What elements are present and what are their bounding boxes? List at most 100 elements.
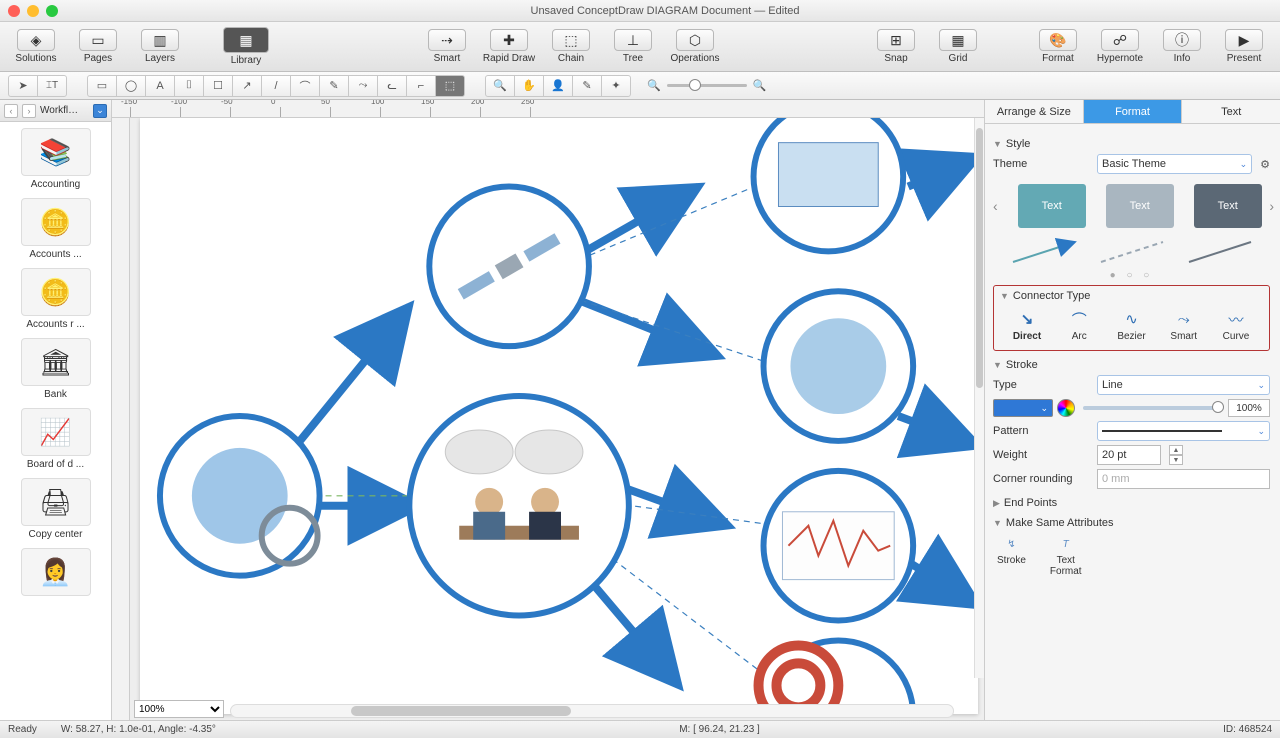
tree-icon: ⊥ <box>614 29 652 51</box>
tab-format[interactable]: Format <box>1084 100 1183 123</box>
section-endpoints[interactable]: ▶End Points <box>993 497 1270 509</box>
stroke-type-select[interactable]: Line⌄ <box>1097 375 1270 395</box>
shape-tool[interactable]: ◯ <box>116 75 146 97</box>
grid-button[interactable]: ▦Grid <box>930 29 986 64</box>
pages-button[interactable]: ▭Pages <box>70 29 126 64</box>
style-swatch-3[interactable]: Text <box>1194 184 1262 228</box>
style-swatch-1[interactable]: Text <box>1018 184 1086 228</box>
shape-tool[interactable]: ᓚ <box>377 75 407 97</box>
line-style-previews[interactable] <box>1009 238 1270 266</box>
library-item[interactable]: 👩‍💼 <box>2 548 109 599</box>
section-same-attrs[interactable]: ▼Make Same Attributes <box>993 517 1270 529</box>
connector-bezier[interactable]: ∿Bezier <box>1111 310 1153 342</box>
connector-curve[interactable]: 〰Curve <box>1215 310 1257 342</box>
tab-text[interactable]: Text <box>1182 100 1280 123</box>
section-stroke[interactable]: ▼Stroke <box>993 359 1270 371</box>
view-tool[interactable]: 👤 <box>543 75 573 97</box>
scrollbar-vertical[interactable] <box>974 118 984 678</box>
connector-direct[interactable]: ↘Direct <box>1006 310 1048 342</box>
shape-tool[interactable]: ☐ <box>203 75 233 97</box>
view-tool[interactable]: ✎ <box>572 75 602 97</box>
info-button[interactable]: ⓘInfo <box>1154 29 1210 64</box>
view-tool[interactable]: 🔍 <box>485 75 515 97</box>
shape-toolbar: ➤ ⌶T ▭◯A⌷☐↗/⌒✎⤳ᓚ⌐⬚ 🔍✋👤✎✦ 🔍 🔍 <box>0 72 1280 100</box>
weight-input[interactable]: 20 pt <box>1097 445 1161 465</box>
section-style[interactable]: ▼Style <box>993 138 1270 150</box>
hypernote-button[interactable]: ☍Hypernote <box>1092 29 1148 64</box>
ruler-vertical <box>112 118 130 720</box>
library-item[interactable]: 🪙Accounts r ... <box>2 268 109 330</box>
shape-tool[interactable]: ↗ <box>232 75 262 97</box>
library-item[interactable]: 🪙Accounts ... <box>2 198 109 260</box>
main-toolbar: ◈Solutions ▭Pages ▥Layers ▦Library ⇢Smar… <box>0 22 1280 72</box>
minimize-icon[interactable] <box>27 5 39 17</box>
style-next-icon[interactable]: › <box>1269 198 1274 214</box>
pattern-select[interactable]: ⌄ <box>1097 421 1270 441</box>
zoom-icon[interactable] <box>46 5 58 17</box>
grid-icon: ▦ <box>939 29 977 51</box>
library-item[interactable]: 🏛Bank <box>2 338 109 400</box>
tab-arrange[interactable]: Arrange & Size <box>985 100 1084 123</box>
shape-tool[interactable]: / <box>261 75 291 97</box>
window-title: Unsaved ConceptDraw DIAGRAM Document — E… <box>58 5 1272 17</box>
shape-tool[interactable]: ⌷ <box>174 75 204 97</box>
rapid-draw-button[interactable]: ✚Rapid Draw <box>481 29 537 64</box>
gear-icon[interactable]: ⚙ <box>1260 158 1270 171</box>
library-thumb-icon: 🖨 <box>21 478 91 526</box>
shape-tool[interactable]: ⌒ <box>290 75 320 97</box>
chain-button[interactable]: ⬚Chain <box>543 29 599 64</box>
operations-button[interactable]: ⬡Operations <box>667 29 723 64</box>
zoom-select[interactable]: 100% <box>134 700 224 718</box>
connector-type-box: ▼Connector Type ↘Direct ⌒Arc ∿Bezier ⤳Smart… <box>993 285 1270 351</box>
lib-next-button[interactable]: › <box>22 104 36 118</box>
page-dots[interactable]: ● ○ ○ <box>993 270 1270 281</box>
snap-icon: ⊞ <box>877 29 915 51</box>
shape-tool[interactable]: ▭ <box>87 75 117 97</box>
color-wheel-icon[interactable] <box>1057 399 1075 417</box>
smart-button[interactable]: ⇢Smart <box>419 29 475 64</box>
shape-tool[interactable]: ⌐ <box>406 75 436 97</box>
same-stroke-button[interactable]: ↯Stroke <box>997 535 1026 577</box>
connector-smart[interactable]: ⤳Smart <box>1163 310 1205 342</box>
section-connector[interactable]: ▼Connector Type <box>1000 290 1263 302</box>
same-text-format-button[interactable]: TText Format <box>1050 535 1082 577</box>
format-icon: 🎨 <box>1039 29 1077 51</box>
shape-tool[interactable]: ✎ <box>319 75 349 97</box>
zoom-out-icon[interactable]: 🔍 <box>647 79 661 92</box>
shape-tool[interactable]: ⤳ <box>348 75 378 97</box>
snap-button[interactable]: ⊞Snap <box>868 29 924 64</box>
present-button[interactable]: ▶Present <box>1216 29 1272 64</box>
solutions-button[interactable]: ◈Solutions <box>8 29 64 64</box>
zoom-in-icon[interactable]: 🔍 <box>753 79 767 92</box>
shape-tool[interactable]: ⬚ <box>435 75 465 97</box>
scrollbar-horizontal[interactable] <box>230 704 954 718</box>
stroke-color-chip[interactable]: ⌄ <box>993 399 1053 417</box>
library-panel: ‹ › Workfl… ⌄ 📚Accounting🪙Accounts ...🪙A… <box>0 100 112 720</box>
view-tool[interactable]: ✋ <box>514 75 544 97</box>
close-icon[interactable] <box>8 5 20 17</box>
lib-prev-button[interactable]: ‹ <box>4 104 18 118</box>
library-item[interactable]: 📚Accounting <box>2 128 109 190</box>
library-item[interactable]: 🖨Copy center <box>2 478 109 540</box>
lib-dropdown-icon[interactable]: ⌄ <box>93 104 107 118</box>
connector-arc[interactable]: ⌒Arc <box>1058 310 1100 342</box>
chain-icon: ⬚ <box>552 29 590 51</box>
layers-button[interactable]: ▥Layers <box>132 29 188 64</box>
style-prev-icon[interactable]: ‹ <box>993 198 998 214</box>
library-button[interactable]: ▦Library <box>218 27 274 66</box>
format-button[interactable]: 🎨Format <box>1030 29 1086 64</box>
corner-input[interactable]: 0 mm <box>1097 469 1270 489</box>
theme-select[interactable]: Basic Theme⌄ <box>1097 154 1252 174</box>
text-select-tool[interactable]: ⌶T <box>37 75 67 97</box>
library-thumb-icon: 👩‍💼 <box>21 548 91 596</box>
opacity-slider[interactable]: 100% <box>1083 399 1270 417</box>
select-tool[interactable]: ➤ <box>8 75 38 97</box>
canvas-page[interactable]: 100% <box>130 118 984 720</box>
weight-stepper[interactable]: ▲▼ <box>1169 445 1183 465</box>
style-swatch-2[interactable]: Text <box>1106 184 1174 228</box>
shape-tool[interactable]: A <box>145 75 175 97</box>
library-item[interactable]: 📈Board of d ... <box>2 408 109 470</box>
view-tool[interactable]: ✦ <box>601 75 631 97</box>
zoom-slider[interactable]: 🔍 🔍 <box>647 79 766 92</box>
tree-button[interactable]: ⊥Tree <box>605 29 661 64</box>
